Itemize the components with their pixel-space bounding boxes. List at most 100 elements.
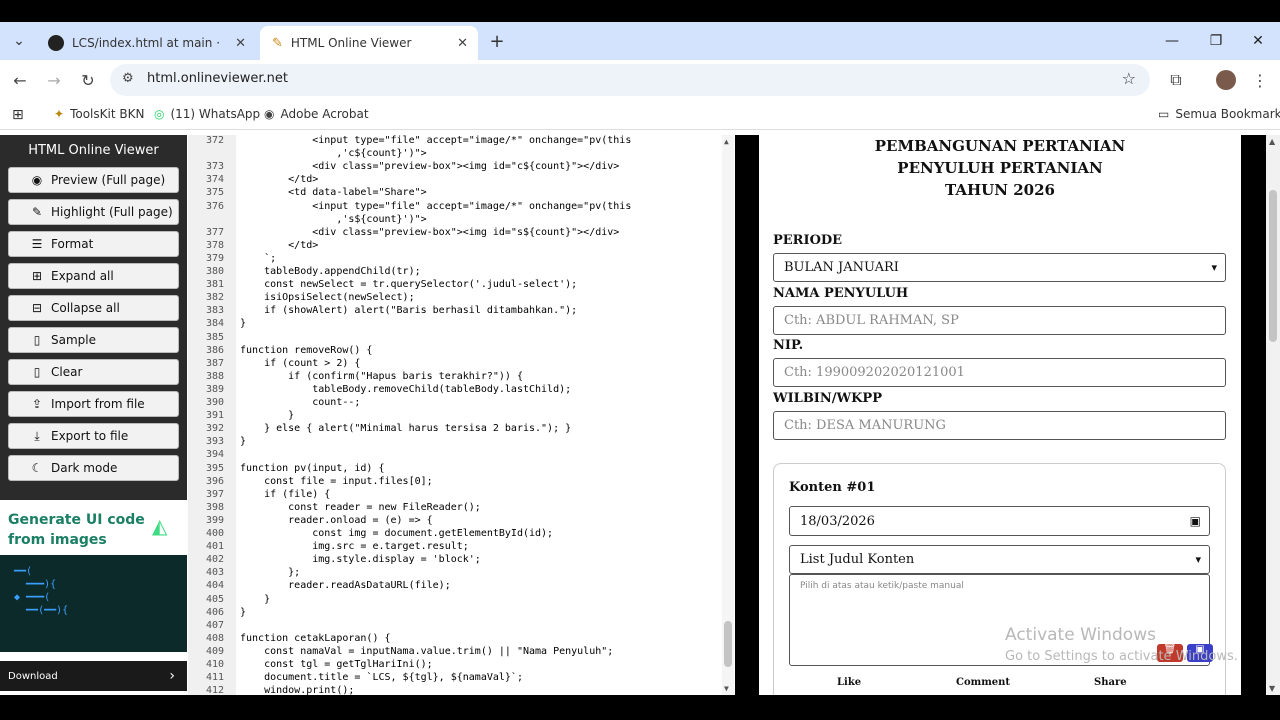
collapse-all-button[interactable]: ⊟ Collapse all xyxy=(8,295,179,321)
avatar[interactable] xyxy=(1214,68,1238,92)
address-bar[interactable]: ⚙ html.onlineviewer.net ☆ xyxy=(110,64,1150,96)
tab-label: LCS/index.html at main · mama xyxy=(72,36,222,50)
extensions-icon[interactable]: ⧉ xyxy=(1164,68,1188,92)
code-line: }; xyxy=(240,567,301,579)
periode-select[interactable]: BULAN JANUARI ▾ xyxy=(773,253,1226,282)
tab-html-viewer[interactable]: ✎ HTML Online Viewer ✕ xyxy=(260,26,478,60)
format-button[interactable]: ☰ Format xyxy=(8,231,179,257)
like-column-label: Like xyxy=(837,677,862,688)
all-bookmarks[interactable]: ▭ Semua Bookmark xyxy=(1158,107,1280,121)
highlight-button[interactable]: ✎ Highlight (Full page) xyxy=(8,199,179,225)
line-number: 383 xyxy=(205,305,224,317)
judul-select-value: List Judul Konten xyxy=(800,552,915,567)
scroll-thumb[interactable] xyxy=(1269,190,1277,342)
comment-column-label: Comment xyxy=(956,677,1011,688)
scroll-thumb[interactable] xyxy=(724,621,732,667)
browser-toolbar: ← → ↻ ⚙ html.onlineviewer.net ☆ ⧉ ⋮ xyxy=(0,60,1280,100)
line-number: 388 xyxy=(205,370,224,382)
preview-button[interactable]: ◉ Preview (Full page) xyxy=(8,167,179,193)
scroll-up-icon[interactable]: ▲ xyxy=(724,137,729,146)
plus-square-icon: ⊞ xyxy=(31,269,43,283)
close-window-button[interactable]: ✕ xyxy=(1236,22,1280,60)
line-number: 380 xyxy=(205,266,224,277)
nip-input[interactable]: Cth: 199009202020121001 xyxy=(773,358,1226,387)
clear-button[interactable]: ▯ Clear xyxy=(8,359,179,385)
report-title-line: PEMBANGUNAN PERTANIAN xyxy=(874,137,1126,155)
ad-cta-label: Download xyxy=(8,670,58,682)
advertisement[interactable]: Generate UI code from images ◭ ━━( ━━━){… xyxy=(0,500,187,695)
bookmark-label: ToolsKit BKN xyxy=(70,107,145,121)
line-number: 399 xyxy=(205,514,224,526)
code-line: function cetakLaporan() { xyxy=(240,632,391,644)
line-number: 406 xyxy=(205,606,224,618)
code-line: function pv(input, id) { xyxy=(240,462,385,474)
back-button[interactable]: ← xyxy=(8,68,32,92)
tab-github[interactable]: LCS/index.html at main · mama ✕ xyxy=(36,26,256,60)
line-number: 385 xyxy=(205,331,224,343)
line-number: 393 xyxy=(205,436,224,448)
ad-title: Generate UI code from images xyxy=(8,512,145,548)
editor-scrollbar[interactable]: ▲ ▼ xyxy=(722,135,734,695)
code-line: const img = document.getElementById(id); xyxy=(240,528,554,539)
forward-button[interactable]: → xyxy=(42,68,66,92)
restore-button[interactable]: ❐ xyxy=(1194,22,1238,60)
calendar-icon[interactable]: ▣ xyxy=(1190,514,1201,528)
site-info-icon[interactable]: ⚙ xyxy=(122,71,134,86)
sidebar-title: HTML Online Viewer xyxy=(28,143,159,158)
apps-icon[interactable]: ⊞ xyxy=(12,107,24,123)
line-number: 401 xyxy=(205,541,224,553)
line-number: 404 xyxy=(205,580,224,592)
sample-button[interactable]: ▯ Sample xyxy=(8,327,179,353)
button-label: Dark mode xyxy=(51,461,118,475)
konten-date-input[interactable]: 18/03/2026 ▣ xyxy=(789,506,1210,536)
scroll-down-icon[interactable]: ▼ xyxy=(1269,684,1275,693)
button-label: Collapse all xyxy=(51,301,120,315)
code-line: </td> xyxy=(240,239,319,251)
new-tab-button[interactable]: + xyxy=(486,30,508,52)
line-number: 373 xyxy=(205,161,224,173)
close-tab-icon[interactable]: ✕ xyxy=(457,36,468,51)
code-line: img.style.display = 'block'; xyxy=(240,554,481,566)
line-number: 412 xyxy=(205,685,224,695)
scroll-down-icon[interactable]: ▼ xyxy=(724,684,729,693)
line-number: 396 xyxy=(205,475,224,487)
import-button[interactable]: ⇪ Import from file xyxy=(8,391,179,417)
nama-placeholder: Cth: ABDUL RAHMAN, SP xyxy=(784,313,959,328)
code-line: } xyxy=(240,436,247,448)
code-editor[interactable]: 372 373 374 375 376 377 378 379 380 381 382 383 384 3… xyxy=(188,135,734,695)
bookmark-star-icon[interactable]: ☆ xyxy=(1122,69,1136,88)
code-line: } xyxy=(240,318,247,330)
button-label: Sample xyxy=(51,333,96,347)
dark-mode-button[interactable]: ☾ Dark mode xyxy=(8,455,179,481)
line-number: 411 xyxy=(205,672,224,684)
line-number: 394 xyxy=(205,449,224,461)
minimize-button[interactable]: — xyxy=(1150,22,1194,60)
close-tab-icon[interactable]: ✕ xyxy=(235,36,246,51)
date-value: 18/03/2026 xyxy=(800,513,875,529)
code-line: reader.readAsDataURL(file); xyxy=(240,580,451,592)
tab-search-button[interactable]: ⌄ xyxy=(8,30,30,52)
wilbin-input[interactable]: Cth: DESA MANURUNG xyxy=(773,411,1226,440)
textarea-placeholder: Pilih di atas atau ketik/paste manual xyxy=(800,581,964,591)
code-line: `; xyxy=(240,252,277,264)
scroll-up-icon[interactable]: ▲ xyxy=(1269,137,1275,146)
bookmark-toolskit[interactable]: ✦ ToolsKit BKN xyxy=(54,107,144,121)
bookmark-label: (11) WhatsApp xyxy=(170,107,261,121)
code-line: img.src = e.target.result; xyxy=(240,541,469,553)
format-icon: ☰ xyxy=(31,237,43,251)
export-button[interactable]: ⤓ Export to file xyxy=(8,423,179,449)
menu-icon[interactable]: ⋮ xyxy=(1248,68,1272,92)
button-label: Preview (Full page) xyxy=(51,173,166,187)
line-number: 374 xyxy=(205,174,224,186)
bookmark-acrobat[interactable]: ◉ Adobe Acrobat xyxy=(264,107,369,121)
report-title-line: TAHUN 2026 xyxy=(945,181,1055,199)
line-number: 377 xyxy=(205,226,224,238)
expand-all-button[interactable]: ⊞ Expand all xyxy=(8,263,179,289)
preview-scrollbar[interactable]: ▲ ▼ xyxy=(1266,135,1280,695)
reload-button[interactable]: ↻ xyxy=(76,68,100,92)
watermark-subtitle: Go to Settings to activate Windows. xyxy=(1005,649,1238,664)
konten-judul-select[interactable]: List Judul Konten ▾ xyxy=(789,545,1210,574)
bookmark-whatsapp[interactable]: ◎ (11) WhatsApp xyxy=(154,107,260,121)
download-ad-button[interactable]: Download › xyxy=(0,661,187,691)
nama-input[interactable]: Cth: ABDUL RAHMAN, SP xyxy=(773,306,1226,335)
